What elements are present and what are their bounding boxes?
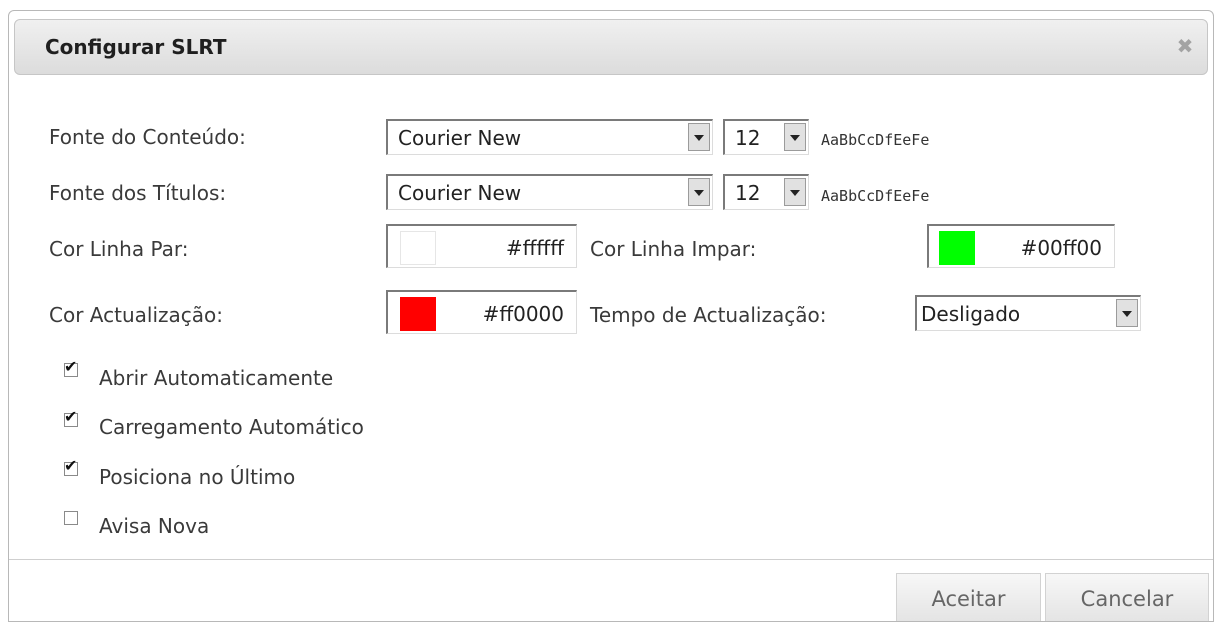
chevron-down-icon[interactable] [784, 123, 806, 151]
title-font-sample: AaBbCcDfEeFe [821, 187, 930, 205]
auto-open-label[interactable]: Abrir Automaticamente [99, 366, 333, 390]
odd-row-color-label: Cor Linha Impar: [590, 237, 757, 261]
update-time-value: Desligado [921, 302, 1021, 326]
dialog-titlebar[interactable]: Configurar SLRT ✖ [14, 19, 1208, 75]
footer-divider [9, 559, 1213, 560]
even-row-color-value: #ffffff [505, 236, 564, 260]
auto-load-label[interactable]: Carregamento Automático [99, 415, 364, 439]
content-font-size-value: 12 [735, 126, 761, 150]
even-row-color-swatch[interactable] [400, 231, 436, 265]
notify-new-label[interactable]: Avisa Nova [99, 514, 209, 538]
chevron-down-icon[interactable] [688, 178, 710, 206]
odd-row-color-value: #00ff00 [1020, 236, 1102, 260]
odd-row-color-input[interactable]: #00ff00 [927, 224, 1115, 268]
title-font-label: Fonte dos Títulos: [49, 181, 227, 205]
config-dialog: Configurar SLRT ✖ Fonte do Conteúdo: Cou… [8, 10, 1214, 622]
dialog-title: Configurar SLRT [45, 35, 227, 59]
content-font-size-select[interactable]: 12 [723, 119, 809, 155]
position-last-label[interactable]: Posiciona no Último [99, 465, 295, 489]
even-row-color-label: Cor Linha Par: [49, 237, 189, 261]
update-color-swatch[interactable] [400, 297, 436, 331]
update-color-label: Cor Actualização: [49, 303, 223, 327]
odd-row-color-swatch[interactable] [939, 231, 975, 265]
update-time-select[interactable]: Desligado [915, 295, 1141, 331]
update-color-value: #ff0000 [482, 302, 564, 326]
check-icon: ✔ [64, 407, 78, 426]
title-font-size-value: 12 [735, 181, 761, 205]
auto-load-checkbox[interactable]: ✔ [64, 409, 78, 427]
content-font-family-value: Courier New [398, 126, 522, 150]
position-last-checkbox[interactable]: ✔ [64, 458, 78, 476]
chevron-down-icon[interactable] [1116, 299, 1138, 327]
chevron-down-icon[interactable] [688, 123, 710, 151]
chevron-down-icon[interactable] [784, 178, 806, 206]
content-font-family-select[interactable]: Courier New [386, 119, 713, 155]
content-font-label: Fonte do Conteúdo: [49, 125, 246, 149]
title-font-family-value: Courier New [398, 181, 522, 205]
update-color-input[interactable]: #ff0000 [386, 290, 577, 334]
title-font-family-select[interactable]: Courier New [386, 174, 713, 210]
content-font-sample: AaBbCcDfEeFe [821, 131, 930, 149]
notify-new-checkbox[interactable] [64, 511, 78, 525]
auto-open-checkbox[interactable]: ✔ [64, 359, 78, 377]
even-row-color-input[interactable]: #ffffff [386, 224, 577, 268]
title-font-size-select[interactable]: 12 [723, 174, 809, 210]
update-time-label: Tempo de Actualização: [590, 303, 827, 327]
accept-button[interactable]: Aceitar [896, 573, 1041, 621]
cancel-button[interactable]: Cancelar [1045, 573, 1209, 621]
check-icon: ✔ [64, 357, 78, 376]
close-icon[interactable]: ✖ [1173, 34, 1197, 58]
check-icon: ✔ [64, 456, 78, 475]
